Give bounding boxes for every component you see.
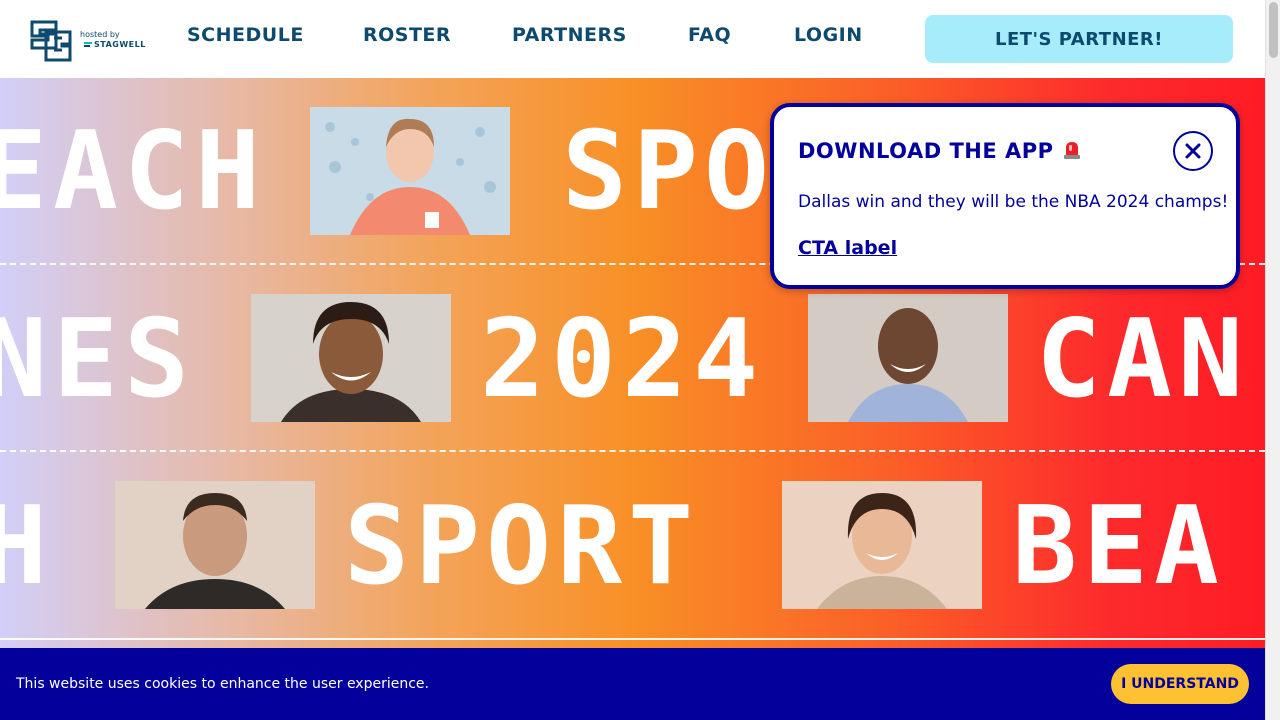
sb-logo-icon[interactable] <box>28 16 74 62</box>
lets-partner-button[interactable]: LET'S PARTNER! <box>925 15 1233 63</box>
hero-word: CAN <box>1036 297 1250 422</box>
download-app-popup: DOWNLOAD THE APP Dallas win and they wil… <box>770 103 1240 289</box>
hero-word: BEA <box>1012 484 1226 609</box>
popup-title: DOWNLOAD THE APP <box>798 139 1082 163</box>
siren-icon <box>1063 142 1080 159</box>
nav-login[interactable]: LOGIN <box>794 24 863 46</box>
stagwell-mark-icon <box>84 42 92 47</box>
hero-word: NES <box>0 297 196 422</box>
hero-word: 2024 <box>480 297 765 422</box>
athlete-photo <box>808 294 1008 422</box>
athlete-photo <box>115 481 315 609</box>
hero-word: SPORT <box>344 484 700 609</box>
popup-title-text: DOWNLOAD THE APP <box>798 139 1054 163</box>
nav-schedule[interactable]: SCHEDULE <box>187 24 304 46</box>
cookie-accept-button[interactable]: I UNDERSTAND <box>1111 664 1249 704</box>
athlete-photo <box>251 294 451 422</box>
stagwell-brand: STAGWELL <box>94 40 146 49</box>
hosted-by-label: hosted by <box>80 30 120 39</box>
hero-word: EACH <box>0 109 267 234</box>
divider <box>0 450 1265 452</box>
athlete-photo <box>782 481 982 609</box>
hero-word: H <box>0 484 54 609</box>
cookie-banner: This website uses cookies to enhance the… <box>0 648 1265 720</box>
nav-roster[interactable]: ROSTER <box>363 24 451 46</box>
popup-message: Dallas win and they will be the NBA 2024… <box>798 192 1229 212</box>
cookie-message: This website uses cookies to enhance the… <box>16 676 429 692</box>
close-popup-button[interactable] <box>1173 131 1213 171</box>
page-scrollbar[interactable] <box>1265 0 1280 720</box>
athlete-photo <box>310 107 510 235</box>
divider <box>0 638 1265 640</box>
nav-partners[interactable]: PARTNERS <box>512 24 627 46</box>
site-header: hosted by STAGWELL SCHEDULE ROSTER PARTN… <box>0 0 1265 78</box>
close-icon <box>1185 143 1201 159</box>
scrollbar-thumb[interactable] <box>1269 2 1278 58</box>
popup-cta-link[interactable]: CTA label <box>798 237 897 259</box>
nav-faq[interactable]: FAQ <box>688 24 731 46</box>
